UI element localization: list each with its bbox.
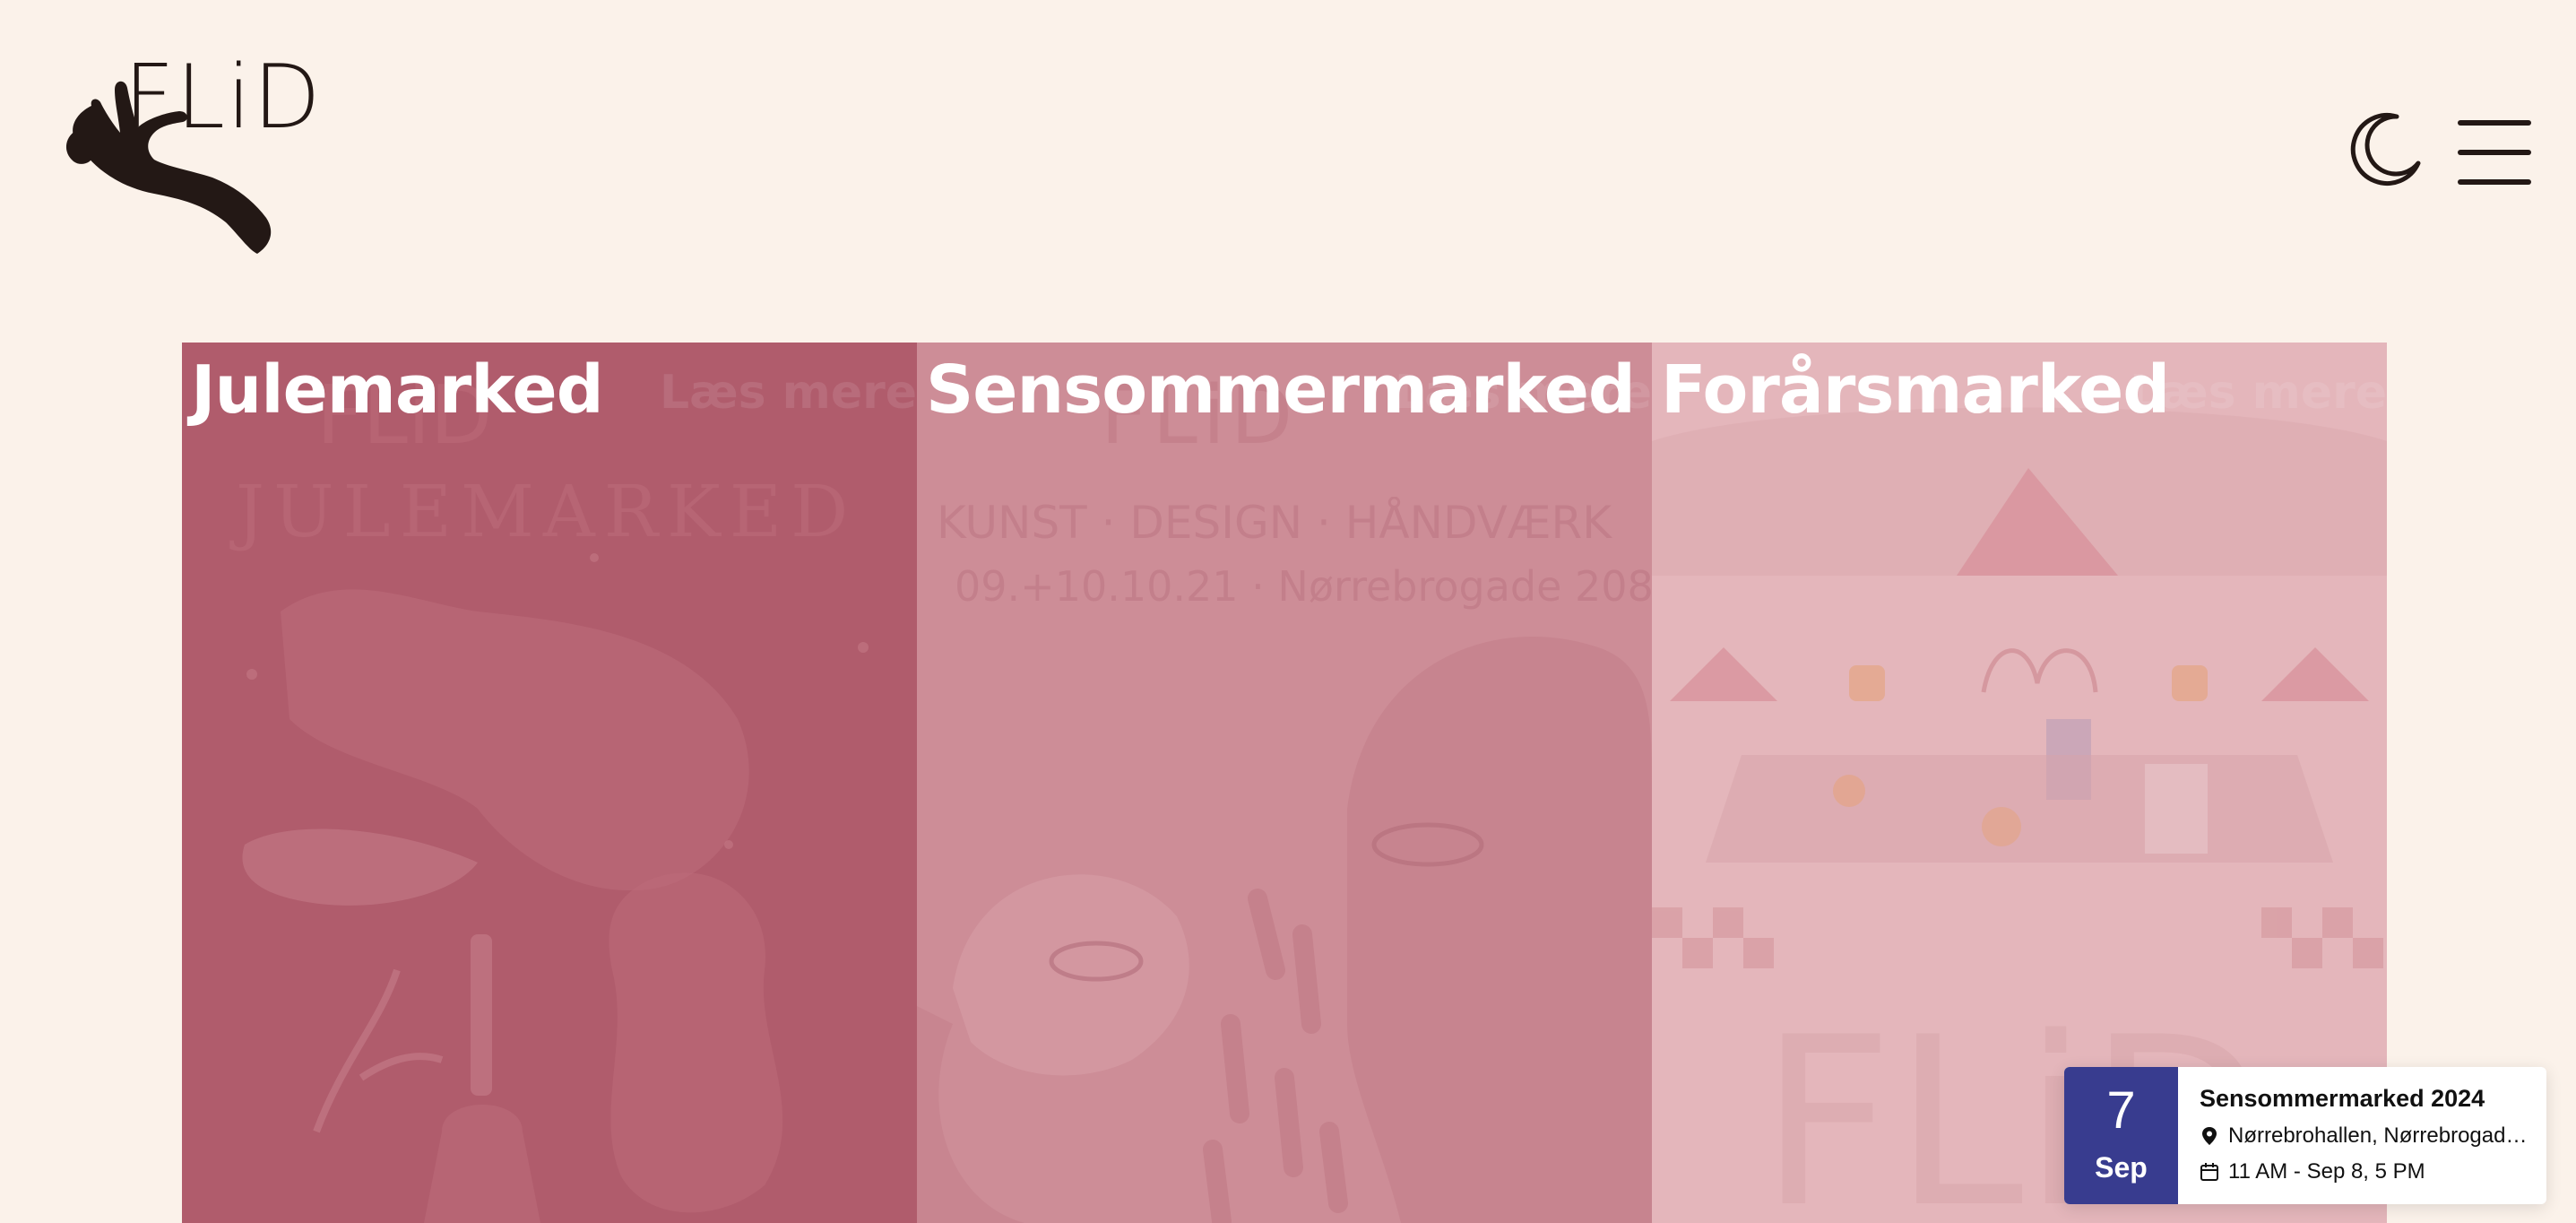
- location-pin-icon: [2202, 1127, 2217, 1145]
- panel-title: Forårsmarked: [1661, 351, 2170, 429]
- event-day: 7: [2106, 1081, 2136, 1140]
- event-time: 11 AM - Sep 8, 5 PM: [2228, 1159, 2425, 1184]
- flid-logo[interactable]: FLiD: [56, 52, 321, 258]
- panel-julemarked[interactable]: FLiD JULEMARKED Læs mere Julemarked: [182, 343, 917, 1223]
- panel-title: Julemarked: [191, 351, 604, 429]
- event-info: Sensommermarked 2024 Nørrebrohallen, Nør…: [2200, 1085, 2531, 1184]
- menu-line: [2458, 120, 2531, 126]
- julemarked-poster: FLiD JULEMARKED: [182, 343, 917, 1223]
- upcoming-event-card[interactable]: 7 Sep Sensommermarked 2024 Nørrebrohalle…: [2064, 1067, 2546, 1204]
- event-month: Sep: [2095, 1151, 2148, 1184]
- logo-wordmark: FLiD: [124, 47, 323, 149]
- panel-sensommermarked[interactable]: FLiD KUNST · DESIGN · HÅNDVÆRK 09.+10.10…: [917, 343, 1652, 1223]
- sensommermarked-poster: FLiD KUNST · DESIGN · HÅNDVÆRK 09.+10.10…: [917, 343, 1652, 1223]
- event-title: Sensommermarked 2024: [2200, 1085, 2485, 1112]
- menu-line: [2458, 179, 2531, 185]
- calendar-icon: [2200, 1163, 2218, 1181]
- poster-dateline: 09.+10.10.21 · Nørrebrogade 208: [955, 562, 1652, 611]
- panel-title: Sensommermarked: [926, 351, 1636, 429]
- event-time-row: 11 AM - Sep 8, 5 PM: [2200, 1159, 2531, 1184]
- read-more-link[interactable]: Læs mere: [660, 366, 917, 420]
- moon-icon: [2350, 112, 2421, 186]
- poster-subtitle: JULEMARKED: [229, 470, 857, 553]
- market-panels: FLiD JULEMARKED Læs mere Julemarked FLiD: [182, 343, 2387, 1223]
- poster-subtitle: KUNST · DESIGN · HÅNDVÆRK: [937, 497, 1612, 549]
- hamburger-menu-button[interactable]: [2458, 118, 2531, 186]
- event-date-badge: 7 Sep: [2064, 1067, 2178, 1204]
- event-location-row: Nørrebrohallen, Nørrebrogade 208: [2200, 1123, 2531, 1149]
- theme-toggle-button[interactable]: [2347, 111, 2422, 186]
- menu-line: [2458, 150, 2531, 155]
- event-location: Nørrebrohallen, Nørrebrogade 208: [2228, 1123, 2531, 1148]
